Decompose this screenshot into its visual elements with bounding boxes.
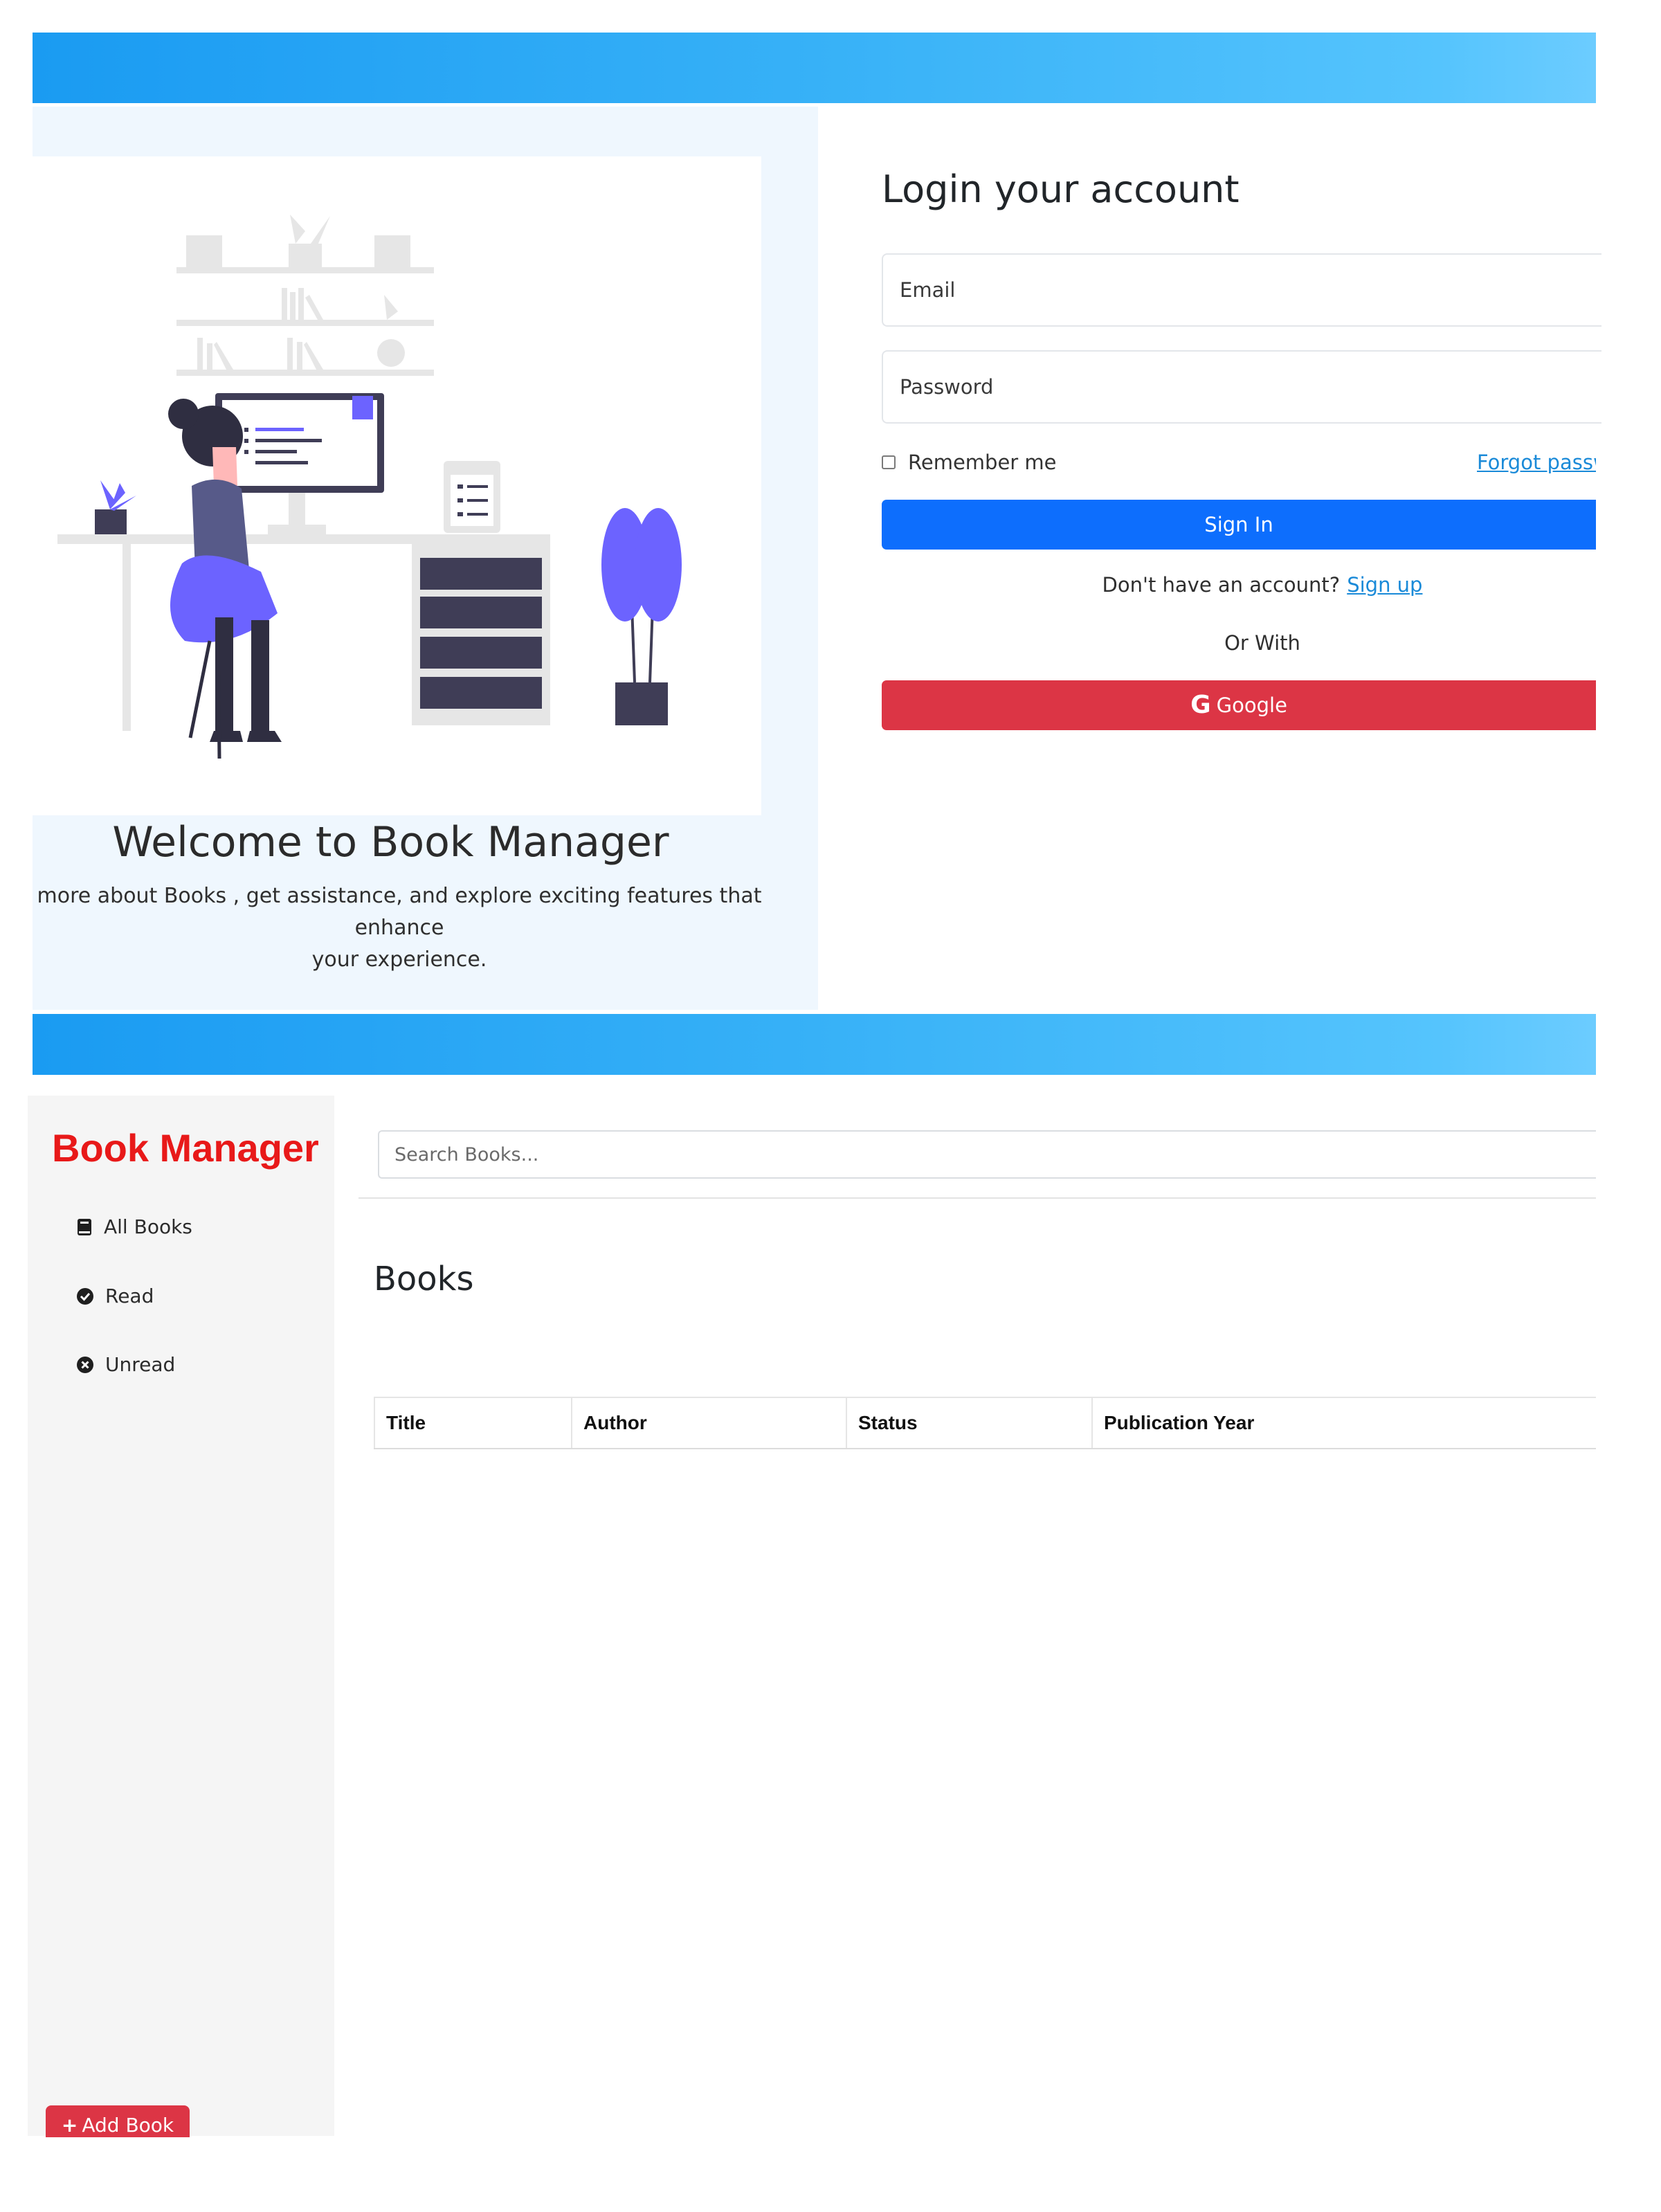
x-circle-icon xyxy=(77,1356,93,1373)
sign-up-link[interactable]: Sign up xyxy=(1347,573,1422,597)
welcome-title: Welcome to Book Manager xyxy=(112,818,669,867)
plus-icon: + xyxy=(61,2114,78,2137)
signup-prompt-text: Don't have an account? xyxy=(1102,573,1341,597)
add-book-label: Add Book xyxy=(82,2114,174,2137)
table-header-row: Title Author Status Publication Year xyxy=(374,1397,1596,1449)
forgot-password-link[interactable]: Forgot password? xyxy=(1477,451,1596,474)
sign-in-button[interactable]: Sign In xyxy=(882,500,1596,550)
person-at-desk-illustration xyxy=(57,215,682,759)
login-header-bar xyxy=(33,33,1596,103)
dashboard-header-bar xyxy=(33,1014,1596,1075)
search-books-input[interactable] xyxy=(378,1130,1596,1179)
book-icon xyxy=(78,1218,91,1235)
welcome-description-line1: more about Books , get assistance, and e… xyxy=(37,884,762,940)
brand-logo[interactable]: Book Manager xyxy=(52,1125,319,1170)
sidebar-item-label: Read xyxy=(105,1285,154,1307)
sidebar-item-label: All Books xyxy=(104,1215,192,1238)
google-label: Google xyxy=(1216,693,1287,717)
remember-me-label: Remember me xyxy=(908,451,1057,474)
books-table: Title Author Status Publication Year xyxy=(374,1397,1596,1449)
sidebar-item-all-books[interactable]: All Books xyxy=(76,1215,192,1238)
column-header-status[interactable]: Status xyxy=(846,1397,1092,1449)
sidebar-item-read[interactable]: Read xyxy=(76,1285,154,1307)
sidebar xyxy=(28,1096,334,2136)
remember-me-checkbox[interactable] xyxy=(882,455,896,469)
signup-prompt: Don't have an account? Sign up xyxy=(882,573,1643,597)
check-circle-icon xyxy=(77,1287,93,1305)
or-with-divider: Or With xyxy=(1224,631,1300,655)
add-book-button[interactable]: + Add Book xyxy=(46,2105,190,2137)
sidebar-item-unread[interactable]: Unread xyxy=(76,1353,175,1376)
column-header-author[interactable]: Author xyxy=(571,1397,846,1449)
desk-illustration xyxy=(33,156,761,815)
login-heading: Login your account xyxy=(882,167,1240,211)
welcome-description-line2: your experience. xyxy=(311,948,487,972)
column-header-title[interactable]: Title xyxy=(374,1397,572,1449)
sign-in-label: Sign In xyxy=(1204,513,1273,536)
page-title: Books xyxy=(374,1260,474,1298)
column-header-publication-year[interactable]: Publication Year xyxy=(1091,1397,1596,1449)
welcome-description: more about Books , get assistance, and e… xyxy=(33,880,766,976)
google-sign-in-button[interactable]: G Google xyxy=(882,680,1596,730)
google-g-icon: G xyxy=(1190,691,1211,719)
email-field[interactable] xyxy=(882,253,1601,327)
password-field[interactable] xyxy=(882,350,1601,424)
header-divider xyxy=(358,1197,1596,1199)
sidebar-item-label: Unread xyxy=(105,1353,176,1376)
